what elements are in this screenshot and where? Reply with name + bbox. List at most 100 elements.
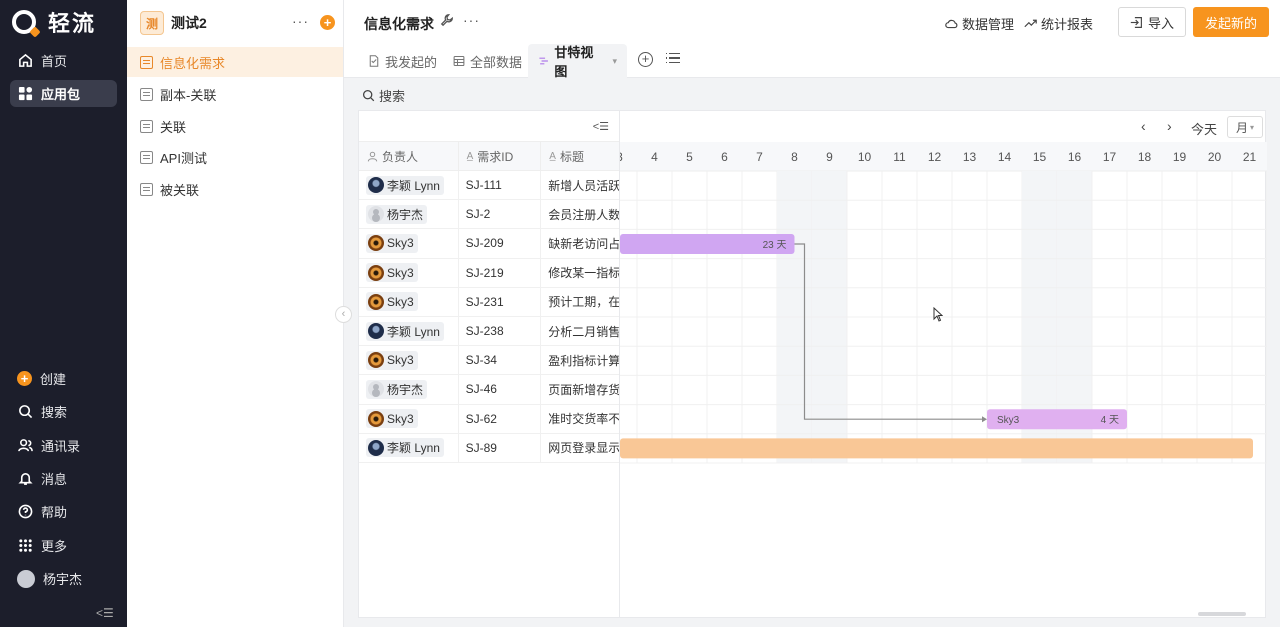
page-more-icon[interactable]: ··· [463, 12, 480, 28]
day-label: 21 [1243, 150, 1257, 164]
nav-item-search[interactable]: 搜索 [10, 398, 117, 425]
form-item-4[interactable]: 被关联 [127, 174, 343, 204]
owner-cell[interactable]: 李颖 Lynn [359, 433, 459, 462]
launch-new-button[interactable]: 发起新的 [1193, 7, 1269, 37]
title-cell[interactable]: 修改某一指标 [541, 259, 619, 287]
collapse-table-icon[interactable]: <☰ [593, 120, 609, 133]
id-cell[interactable]: SJ-219 [459, 258, 542, 287]
owner-cell[interactable]: 李颖 Lynn [359, 316, 459, 346]
owner-cell[interactable]: 杨宇杰 [359, 200, 459, 229]
id-cell[interactable]: SJ-238 [459, 316, 542, 346]
id-cell[interactable]: SJ-231 [459, 287, 542, 316]
tab-my-submissions[interactable]: 我发起的 [358, 44, 447, 78]
wrench-icon[interactable] [440, 13, 454, 30]
table-row[interactable]: 李颖 Lynn SJ-89网页登录显示报 [359, 433, 619, 463]
form-item-0[interactable]: 信息化需求 [127, 47, 343, 77]
gantt-bar[interactable] [620, 438, 1253, 459]
owner-chip[interactable]: 杨宇杰 [366, 379, 428, 399]
table-row[interactable]: Sky3 SJ-209缺新老访问占比 [359, 229, 619, 259]
column-header-owner[interactable]: 负责人 [359, 142, 459, 171]
id-cell[interactable]: SJ-34 [459, 346, 542, 375]
form-item-label: 关联 [160, 119, 187, 135]
gantt-canvas[interactable]: 3 4 5 6 7 8 9 10 11 12 13 14 15 16 17 18 19 20 21 23 天 Sky3 4… [620, 142, 1267, 617]
nav-item-messages[interactable]: 消息 [10, 465, 117, 492]
owner-cell[interactable]: Sky3 [359, 229, 459, 258]
view-scale-select[interactable]: 月 ▾ [1227, 116, 1263, 138]
trend-icon [1024, 19, 1037, 28]
owner-chip[interactable]: Sky3 [366, 350, 418, 370]
app-name[interactable]: 测试2 [171, 13, 207, 33]
id-cell[interactable]: SJ-89 [459, 433, 542, 462]
app-more-icon[interactable]: ··· [292, 13, 309, 29]
nav-item-help[interactable]: 帮助 [10, 498, 117, 525]
owner-chip[interactable]: 李颖 Lynn [366, 175, 444, 195]
nav-item-apps[interactable]: 应用包 [10, 80, 117, 107]
table-row[interactable]: 李颖 Lynn SJ-111新增人员活跃看 [359, 171, 619, 201]
table-row[interactable]: Sky3 SJ-231预计工期，在道 [359, 287, 619, 317]
title-cell[interactable]: 会员注册人数看 [541, 200, 619, 228]
title-cell[interactable]: 盈利指标计算错 [541, 346, 619, 374]
collapse-nav-icon[interactable]: <☰ [96, 606, 114, 620]
help-icon [17, 504, 33, 520]
owner-chip[interactable]: Sky3 [366, 263, 418, 283]
tab-gantt[interactable]: 甘特视图 ▾ [528, 44, 627, 79]
horizontal-scrollbar[interactable] [1198, 612, 1246, 616]
nav-item-more[interactable]: 更多 [10, 532, 117, 559]
list-icon[interactable] [666, 53, 680, 66]
owner-chip[interactable]: 杨宇杰 [366, 204, 428, 224]
owner-cell[interactable]: 李颖 Lynn [359, 171, 459, 200]
form-item-1[interactable]: 副本-关联 [127, 79, 343, 109]
prev-period-button[interactable]: ‹ [1141, 118, 1146, 134]
id-cell[interactable]: SJ-46 [459, 375, 542, 404]
owner-cell[interactable]: Sky3 [359, 287, 459, 316]
table-row[interactable]: Sky3 SJ-62准时交货率不稳 [359, 404, 619, 434]
title-cell[interactable]: 分析二月销售息 [541, 317, 619, 345]
add-view-button[interactable]: + [638, 52, 653, 67]
next-period-button[interactable]: › [1167, 118, 1172, 134]
add-form-button[interactable]: + [320, 15, 335, 30]
title-cell[interactable]: 网页登录显示报 [541, 434, 619, 462]
owner-cell[interactable]: Sky3 [359, 258, 459, 287]
owner-chip[interactable]: Sky3 [366, 292, 418, 312]
table-row[interactable]: 李颖 Lynn SJ-238分析二月销售息 [359, 316, 619, 347]
today-button[interactable]: 今天 [1191, 119, 1217, 138]
form-item-2[interactable]: 关联 [127, 111, 343, 141]
nav-item-contacts[interactable]: 通讯录 [10, 432, 117, 459]
owner-cell[interactable]: 杨宇杰 [359, 375, 459, 404]
data-management-link[interactable]: 数据管理 [945, 14, 1014, 33]
owner-cell[interactable]: Sky3 [359, 404, 459, 433]
column-header-title[interactable]: A̲ 标题 [541, 142, 619, 171]
table-row[interactable]: 杨宇杰 SJ-2会员注册人数看 [359, 200, 619, 230]
app-logo[interactable]: 轻流 [12, 8, 96, 36]
title-cell[interactable]: 准时交货率不稳 [541, 405, 619, 433]
id-cell[interactable]: SJ-209 [459, 229, 542, 258]
title-cell[interactable]: 预计工期，在道 [541, 288, 619, 316]
table-row[interactable]: 杨宇杰 SJ-46页面新增存货率 [359, 375, 619, 405]
import-button[interactable]: 导入 [1118, 7, 1186, 37]
nav-item-create[interactable]: + 创建 [10, 365, 117, 392]
column-header-id[interactable]: A̲ 需求ID [459, 142, 542, 171]
table-row[interactable]: Sky3 SJ-34盈利指标计算错 [359, 346, 619, 376]
chevron-down-icon[interactable]: ▾ [612, 56, 617, 67]
owner-chip[interactable]: 李颖 Lynn [366, 438, 444, 458]
title-cell[interactable]: 页面新增存货率 [541, 375, 619, 403]
nav-item-home[interactable]: 首页 [10, 47, 117, 74]
sidebar-collapse-icon[interactable]: ‹ [335, 306, 352, 323]
owner-chip[interactable]: Sky3 [366, 409, 418, 429]
search-box[interactable]: 搜索 [362, 86, 405, 105]
nav-user[interactable]: 杨宇杰 [10, 565, 117, 592]
form-item-3[interactable]: API测试 [127, 142, 343, 172]
title-cell[interactable]: 缺新老访问占比 [541, 229, 619, 257]
title-cell[interactable]: 新增人员活跃看 [541, 171, 619, 199]
owner-cell[interactable]: Sky3 [359, 346, 459, 375]
avatar [368, 439, 384, 456]
owner-chip[interactable]: 李颖 Lynn [366, 321, 444, 341]
id-cell[interactable]: SJ-62 [459, 404, 542, 433]
owner-chip[interactable]: Sky3 [366, 233, 418, 253]
tab-all-data[interactable]: 全部数据 [443, 44, 532, 78]
id-cell[interactable]: SJ-111 [459, 171, 542, 200]
cloud-icon [945, 19, 958, 29]
stats-report-link[interactable]: 统计报表 [1024, 14, 1093, 33]
id-cell[interactable]: SJ-2 [459, 200, 542, 229]
table-row[interactable]: Sky3 SJ-219 修改某一指标 [359, 258, 619, 288]
